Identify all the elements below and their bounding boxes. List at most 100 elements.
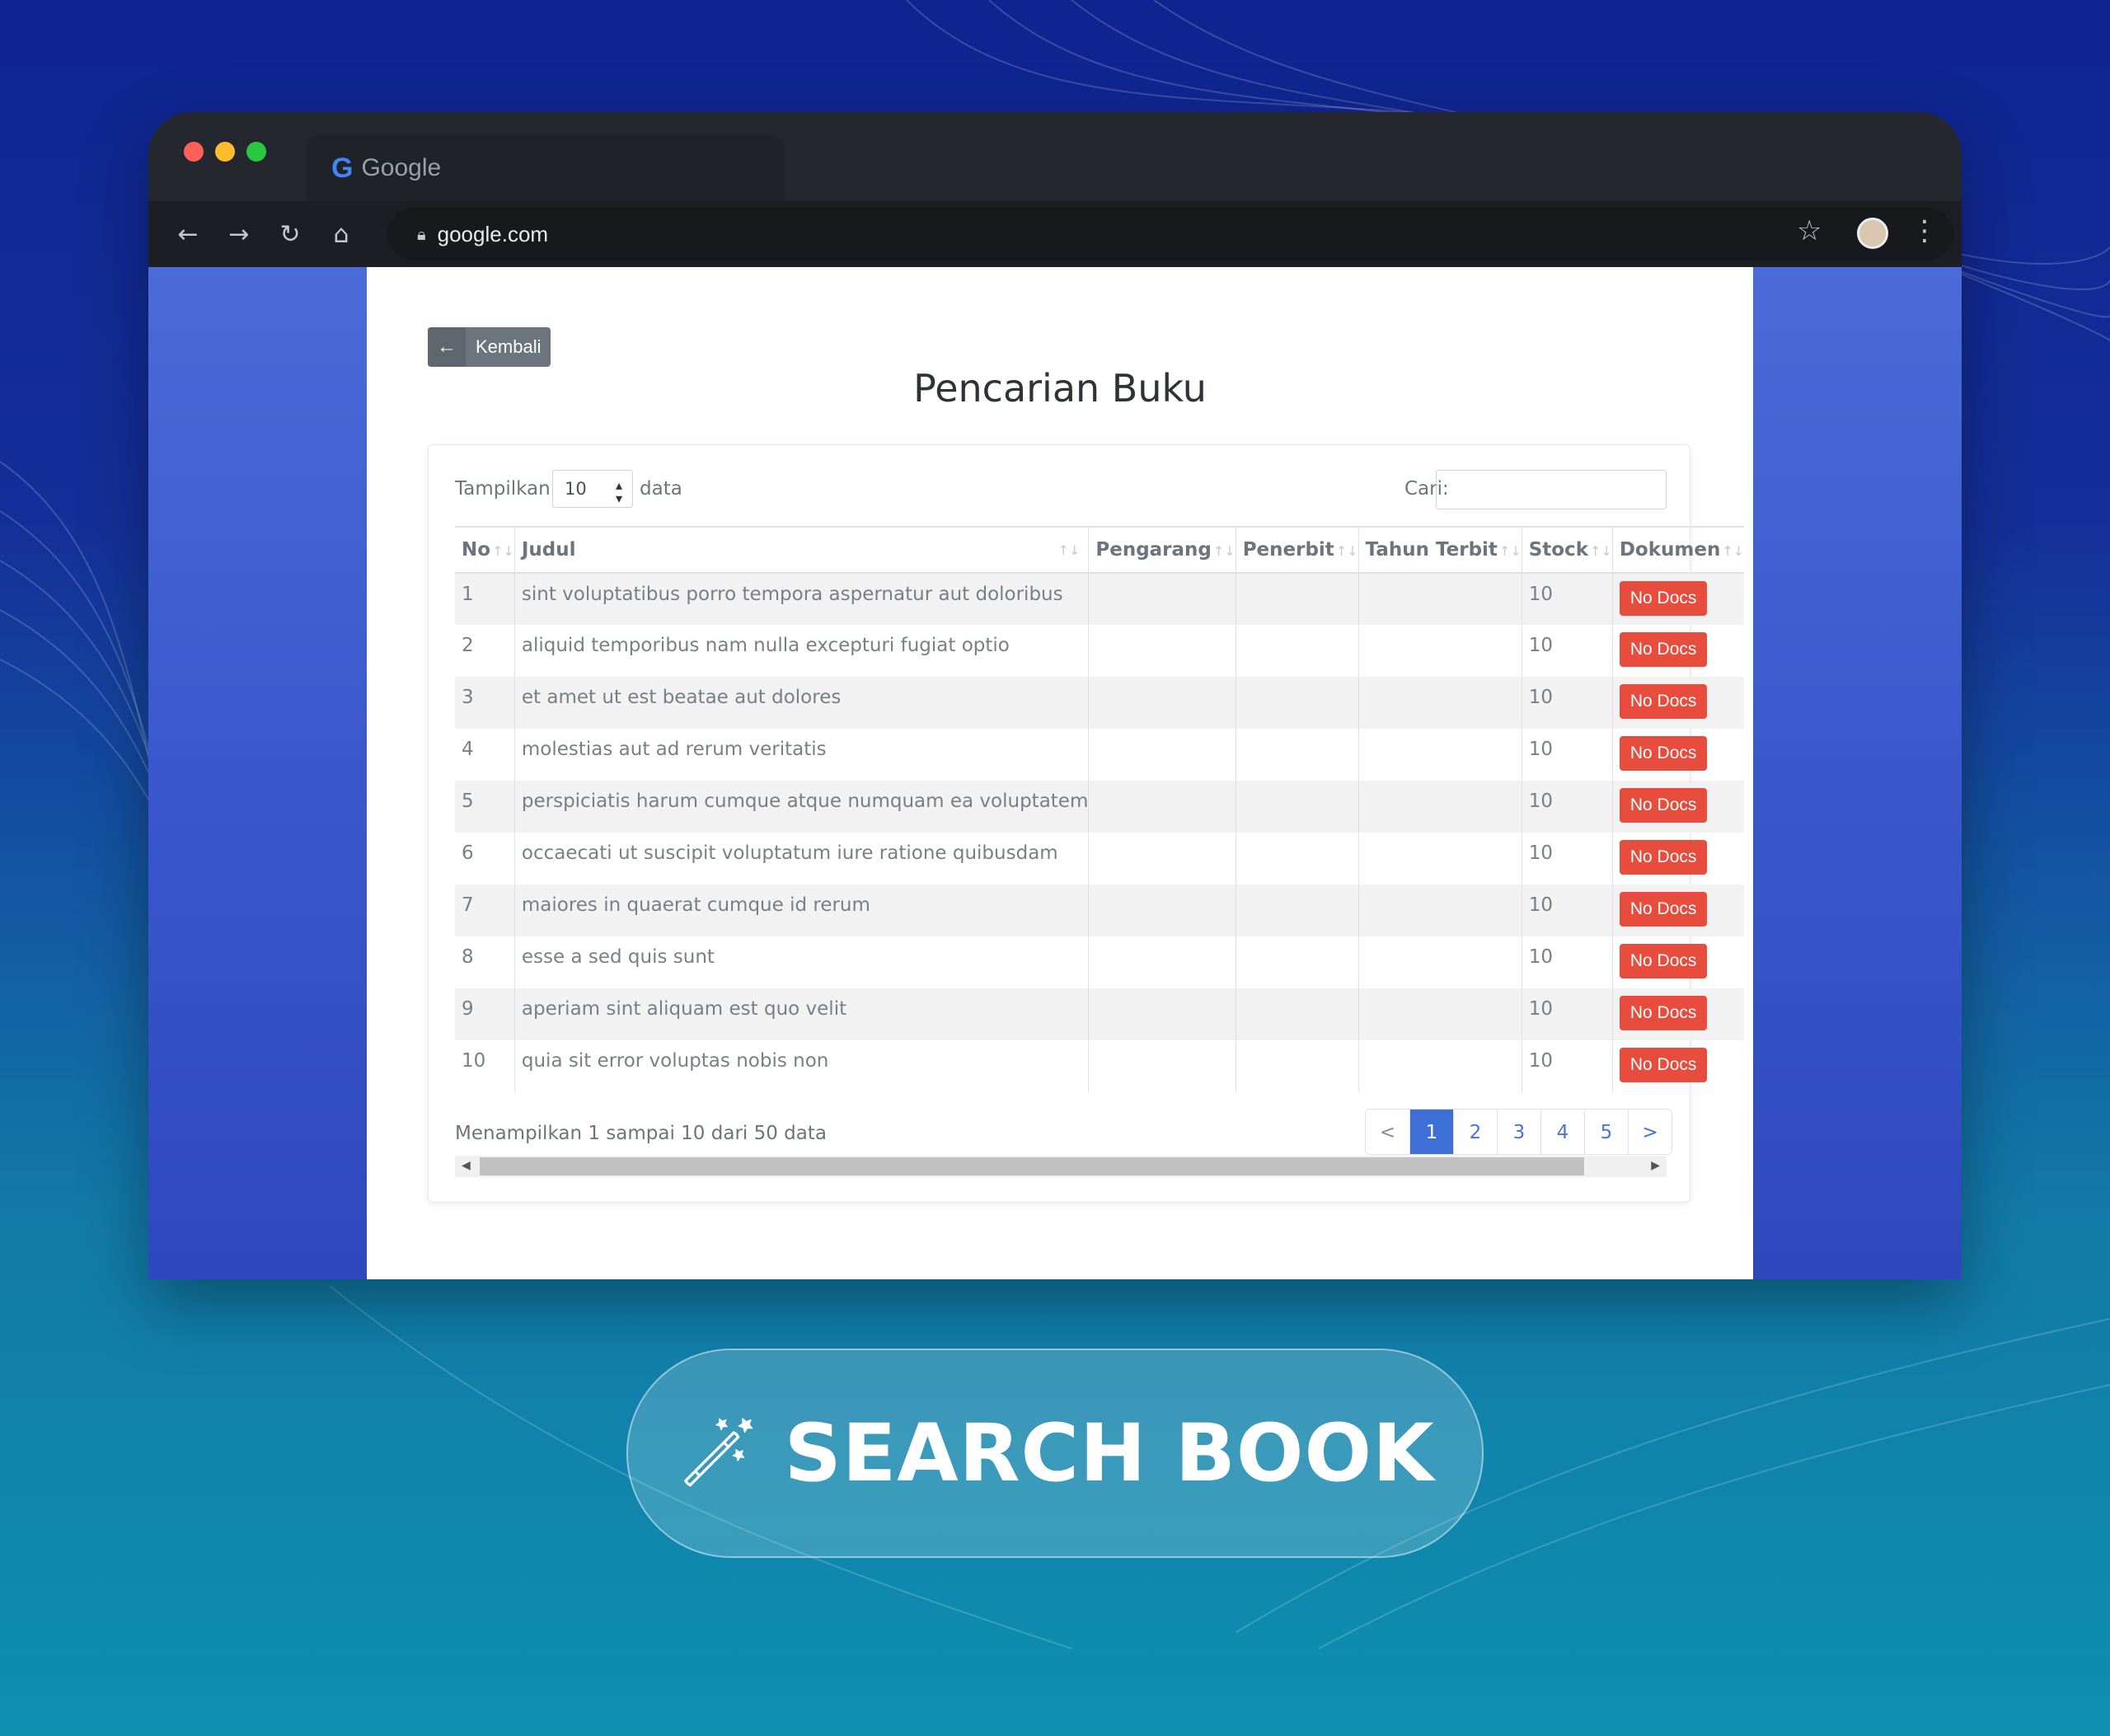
cell-tahun: [1357, 677, 1522, 729]
banner-text: SEARCH BOOK: [784, 1407, 1435, 1499]
page-button-3[interactable]: 3: [1497, 1110, 1540, 1154]
cell-judul: aperiam sint aliquam est quo velit: [513, 988, 1089, 1040]
cell-judul: quia sit error voluptas nobis non: [513, 1040, 1089, 1092]
sort-icon: ↑↓: [492, 543, 514, 559]
cell-judul: occaecati ut suscipit voluptatum iure ra…: [513, 833, 1089, 884]
table-row: 10 quia sit error voluptas nobis non 10 No …: [455, 1040, 1745, 1092]
page-button-4[interactable]: 4: [1540, 1110, 1584, 1154]
scrollbar-thumb[interactable]: [480, 1157, 1584, 1175]
cell-tahun: [1357, 1040, 1522, 1092]
forward-arrow-icon[interactable]: →: [221, 216, 257, 252]
page-button-5[interactable]: 5: [1584, 1110, 1628, 1154]
no-docs-button[interactable]: No Docs: [1619, 632, 1708, 667]
books-table: No ↑↓ Judul ↑↓ Pengarang ↑↓ Penerbit ↑↓ Tahu…: [455, 526, 1745, 1092]
table-controls: Tampilkan 10 ▴ ▾ data Cari:: [455, 470, 1667, 509]
cell-penerbit: [1235, 988, 1359, 1040]
cell-dokumen: No Docs: [1611, 936, 1745, 988]
cell-penerbit: [1235, 936, 1359, 988]
table-row: 9 aperiam sint aliquam est quo velit 10 No …: [455, 988, 1745, 1040]
column-header-stock[interactable]: Stock ↑↓: [1521, 526, 1613, 574]
cell-stock: 10: [1521, 936, 1613, 988]
browser-window: G Google ← → ↻ ⌂ 🔒︎ google.com ☆ ⋮ ← Kem…: [148, 112, 1962, 1279]
no-docs-button[interactable]: No Docs: [1619, 944, 1708, 978]
cell-tahun: [1357, 833, 1522, 884]
no-docs-button[interactable]: No Docs: [1619, 788, 1708, 823]
cell-tahun: [1357, 573, 1522, 625]
table-row: 6 occaecati ut suscipit voluptatum iure r…: [455, 833, 1745, 884]
cell-stock: 10: [1521, 988, 1613, 1040]
next-page-button[interactable]: >: [1628, 1110, 1672, 1154]
cell-pengarang: [1088, 988, 1236, 1040]
magic-wand-icon: 🪄︎: [675, 1414, 762, 1492]
scroll-left-icon[interactable]: ◀: [462, 1159, 471, 1172]
page-length-value: 10: [565, 479, 587, 499]
tab-title: Google: [361, 154, 442, 181]
tab-bar: G Google: [148, 112, 1962, 201]
no-docs-button[interactable]: No Docs: [1619, 840, 1708, 875]
page-length-select[interactable]: 10 ▴ ▾: [552, 470, 633, 508]
browser-toolbar: ← → ↻ ⌂ 🔒︎ google.com ☆ ⋮: [148, 201, 1962, 267]
back-button[interactable]: ← Kembali: [428, 327, 551, 367]
column-header-pengarang[interactable]: Pengarang ↑↓: [1088, 526, 1236, 574]
column-header-no[interactable]: No ↑↓: [455, 526, 515, 574]
cell-no: 7: [455, 884, 515, 936]
table-row: 3 et amet ut est beatae aut dolores 10 No D…: [455, 677, 1745, 729]
cell-no: 3: [455, 677, 515, 729]
cell-penerbit: [1235, 1040, 1359, 1092]
home-icon[interactable]: ⌂: [323, 216, 359, 252]
cell-tahun: [1357, 781, 1522, 833]
no-docs-button[interactable]: No Docs: [1619, 581, 1708, 616]
cell-judul: sint voluptatibus porro tempora aspernat…: [513, 573, 1089, 625]
kebab-menu-icon[interactable]: ⋮: [1911, 214, 1939, 247]
cell-pengarang: [1088, 625, 1236, 677]
cell-stock: 10: [1521, 729, 1613, 781]
address-bar[interactable]: 🔒︎ google.com: [387, 208, 1953, 260]
table-card: Tampilkan 10 ▴ ▾ data Cari: No ↑↓ Judul ↑↓: [428, 444, 1745, 1203]
minimize-window-button[interactable]: [215, 142, 235, 162]
no-docs-button[interactable]: No Docs: [1619, 1048, 1708, 1082]
page-viewport: ← Kembali Pencarian Buku Tampilkan 10 ▴ ▾…: [148, 267, 1962, 1279]
no-docs-button[interactable]: No Docs: [1619, 996, 1708, 1030]
avatar[interactable]: [1857, 218, 1888, 249]
scroll-right-icon[interactable]: ▶: [1651, 1159, 1660, 1172]
page-button-2[interactable]: 2: [1453, 1110, 1497, 1154]
cell-dokumen: No Docs: [1611, 1040, 1745, 1092]
arrow-left-icon: ←: [428, 327, 466, 367]
table-row: 1 sint voluptatibus porro tempora asperna…: [455, 573, 1745, 625]
no-docs-button[interactable]: No Docs: [1619, 684, 1708, 719]
address-text: google.com: [437, 221, 549, 246]
cell-no: 10: [462, 1050, 486, 1072]
prev-page-button[interactable]: <: [1366, 1110, 1409, 1154]
show-label: Tampilkan: [455, 478, 551, 500]
cell-judul: aliquid temporibus nam nulla excepturi f…: [513, 625, 1089, 677]
cell-stock: 10: [1521, 781, 1613, 833]
column-header-judul[interactable]: Judul ↑↓: [513, 526, 1089, 574]
column-header-tahun-terbit[interactable]: Tahun Terbit ↑↓: [1357, 526, 1522, 574]
cell-judul: molestias aut ad rerum veritatis: [513, 729, 1089, 781]
cell-no: 4: [462, 739, 474, 760]
browser-tab[interactable]: G Google: [307, 135, 785, 201]
column-header-dokumen[interactable]: Dokumen ↑↓: [1611, 526, 1745, 574]
cell-tahun: [1357, 625, 1522, 677]
search-input[interactable]: [1436, 470, 1667, 509]
back-button-label: Kembali: [476, 336, 542, 357]
column-header-penerbit[interactable]: Penerbit ↑↓: [1235, 526, 1359, 574]
page-button-1[interactable]: 1: [1409, 1110, 1453, 1154]
select-caret-icon: ▴ ▾: [615, 477, 622, 506]
cell-pengarang: [1088, 573, 1236, 625]
no-docs-button[interactable]: No Docs: [1619, 892, 1708, 927]
no-docs-button[interactable]: No Docs: [1619, 736, 1708, 771]
cell-tahun: [1357, 729, 1522, 781]
close-window-button[interactable]: [184, 142, 204, 162]
google-logo-icon: G: [331, 152, 354, 184]
cell-dokumen: No Docs: [1611, 729, 1745, 781]
maximize-window-button[interactable]: [246, 142, 266, 162]
horizontal-scrollbar[interactable]: ◀ ▶: [455, 1156, 1667, 1177]
star-icon[interactable]: ☆: [1797, 214, 1822, 247]
show-suffix: data: [640, 478, 682, 500]
cell-judul: esse a sed quis sunt: [513, 936, 1089, 988]
cell-pengarang: [1088, 1040, 1236, 1092]
cell-judul: et amet ut est beatae aut dolores: [513, 677, 1089, 729]
back-arrow-icon[interactable]: ←: [170, 216, 206, 252]
reload-icon[interactable]: ↻: [272, 216, 308, 252]
